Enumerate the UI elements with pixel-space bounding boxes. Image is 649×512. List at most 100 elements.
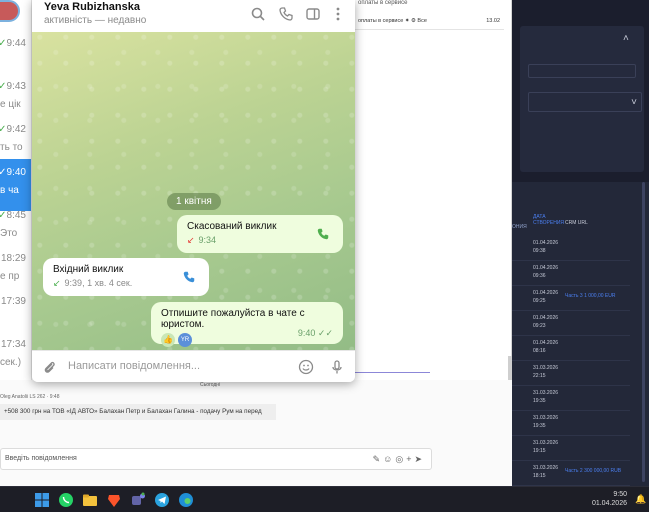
crm-table-row[interactable]: 01.04.2026 09:23 bbox=[512, 311, 630, 336]
crm-row-time-value: 09:25 bbox=[533, 298, 546, 304]
crm-app: ˄ ˅ ОНИЯ ДАТА СТВОРЕНИЯ CRM URL 01.04.20… bbox=[512, 0, 649, 486]
crm-table-row[interactable]: 31.03.2026 19:35 bbox=[512, 386, 630, 411]
crm-row-amount: Часть 3 1 000,00 EUR bbox=[565, 293, 616, 299]
crm-table-row[interactable]: 01.04.2026 09:36 bbox=[512, 261, 630, 286]
call-title: Скасований виклик bbox=[187, 221, 277, 232]
microphone-icon[interactable] bbox=[329, 359, 345, 375]
search-icon[interactable] bbox=[250, 6, 266, 22]
chat-item-time-value: 18:29 bbox=[0, 253, 26, 264]
crm-row-date: 31.03.2026 19:35 bbox=[533, 414, 558, 430]
double-check-icon: ✓✓ bbox=[317, 328, 333, 338]
avatar[interactable] bbox=[0, 0, 20, 22]
crm-table-row[interactable]: 31.03.2026 18:15 Часть 2 300 000,00 RUB bbox=[512, 461, 630, 486]
crm-table-row[interactable]: 31.03.2026 19:15 bbox=[512, 436, 630, 461]
crm-table-row[interactable]: 01.04.2026 09:25 Часть 3 1 000,00 EUR bbox=[512, 286, 630, 311]
call-meta: ↙ 9:39, 1 хв. 4 сек. bbox=[53, 278, 199, 289]
crm-row-date-value: 31.03.2026 bbox=[533, 415, 559, 421]
chat-item-time-value: 8:45 bbox=[6, 210, 26, 221]
chevron-up-icon[interactable]: ˄ bbox=[623, 33, 629, 44]
system-clock[interactable]: 9:50 01.04.2026 bbox=[592, 490, 627, 508]
more-vertical-icon[interactable] bbox=[330, 6, 346, 22]
mail-row-text: оплаты в сервисе ⁕ ⚙ Все bbox=[358, 18, 427, 24]
crm-col-header-date[interactable]: ДАТА СТВОРЕНИЯ bbox=[533, 214, 564, 226]
divider bbox=[354, 372, 430, 373]
crm-row-time-value: 09:36 bbox=[533, 273, 546, 279]
windows-taskbar: 9:50 01.04.2026 🔔 bbox=[0, 486, 649, 512]
paperclip-icon[interactable] bbox=[41, 359, 57, 375]
mail-row[interactable]: оплаты в сервисе ⁕ ⚙ Все 13.02 bbox=[354, 13, 504, 30]
crm-chat-area: Сьогодні Oleg Anatolii LS 262 · 9:48 +50… bbox=[0, 380, 512, 486]
phone-call-icon[interactable] bbox=[182, 270, 196, 284]
phone-icon[interactable] bbox=[278, 6, 294, 22]
crm-table-row[interactable]: 31.03.2026 19:35 bbox=[512, 411, 630, 436]
chat-item-time: ✓9:43 bbox=[0, 81, 26, 92]
clock-date: 01.04.2026 bbox=[591, 500, 627, 507]
chat-item-snippet: Это bbox=[0, 228, 18, 239]
call-time: 9:34 bbox=[198, 235, 217, 245]
crm-row-time-value: 19:35 bbox=[533, 398, 546, 404]
telegram-icon[interactable] bbox=[153, 491, 171, 509]
notification-bell-icon[interactable]: 🔔 bbox=[635, 494, 646, 504]
crm-row-date: 31.03.2026 18:15 bbox=[533, 464, 558, 480]
crm-input-tools-icon[interactable]: ✎☺◎+➤ bbox=[373, 449, 425, 469]
outgoing-text-message[interactable]: Отпишите пожалуйста в чате с юристом. 👍 … bbox=[151, 302, 343, 347]
chat-item-snippet: сек.) bbox=[0, 357, 22, 368]
telegram-window: Yeva Rubizhanska активність — недавно 1 … bbox=[32, 0, 355, 382]
crm-table-row[interactable]: 31.03.2026 22:15 bbox=[512, 361, 630, 386]
crm-row-date-value: 31.03.2026 bbox=[533, 465, 559, 471]
brave-browser-icon[interactable] bbox=[105, 491, 123, 509]
chat-item-time: 17:39 bbox=[1, 296, 26, 307]
chat-item-snippet: ть то bbox=[0, 142, 23, 153]
file-explorer-icon[interactable] bbox=[81, 491, 99, 509]
crm-row-date: 31.03.2026 19:35 bbox=[533, 389, 558, 405]
chat-list-item[interactable]: 17:34 сек.) bbox=[0, 331, 31, 380]
crm-row-date-value: 01.04.2026 bbox=[533, 290, 559, 296]
call-meta: ↙ 9:34 bbox=[187, 235, 333, 246]
chat-item-time-value: 9:44 bbox=[6, 38, 26, 49]
outgoing-call-message[interactable]: Скасований виклик ↙ 9:34 bbox=[177, 215, 343, 253]
crm-table-row[interactable]: 01.04.2026 09:38 bbox=[512, 236, 630, 261]
crm-scrollbar[interactable] bbox=[642, 182, 645, 482]
message-composer: Написати повідомлення... bbox=[32, 350, 355, 382]
crm-col-header-url: CRM URL bbox=[565, 220, 588, 226]
phone-call-icon[interactable] bbox=[316, 227, 330, 241]
crm-row-date-value: 31.03.2026 bbox=[533, 440, 559, 446]
call-duration: 9:39, 1 хв. 4 сек. bbox=[64, 278, 133, 288]
contact-name[interactable]: Yeva Rubizhanska bbox=[44, 1, 140, 13]
crm-filter-field[interactable] bbox=[528, 64, 636, 78]
message-time: 9:40 ✓✓ bbox=[298, 328, 333, 339]
teams-icon[interactable] bbox=[129, 491, 147, 509]
thumbs-up-icon: 👍 bbox=[161, 333, 175, 347]
chat-item-snippet: в ча bbox=[0, 185, 19, 196]
incoming-call-message[interactable]: Вхідний виклик ↙ 9:39, 1 хв. 4 сек. bbox=[43, 258, 209, 296]
crm-filter-select[interactable]: ˅ bbox=[528, 92, 642, 112]
sidebar-toggle-icon[interactable] bbox=[305, 6, 321, 22]
crm-row-date: 01.04.2026 09:36 bbox=[533, 264, 558, 280]
chevron-down-icon: ˅ bbox=[631, 97, 637, 108]
crm-row-date-value: 01.04.2026 bbox=[533, 340, 559, 346]
crm-row-date: 31.03.2026 22:15 bbox=[533, 364, 558, 380]
crm-message: +508 300 грн на ТОВ «ІД АВТО» Балахан Пе… bbox=[0, 404, 276, 420]
emoji-icon[interactable] bbox=[298, 359, 314, 375]
mail-row-date: 13.02 bbox=[486, 18, 500, 24]
page-top-text: оплаты в сервисе bbox=[358, 0, 408, 6]
crm-table: ОНИЯ ДАТА СТВОРЕНИЯ CRM URL 01.04.2026 09… bbox=[512, 182, 649, 486]
chat-item-time: ✓9:40 bbox=[0, 167, 26, 178]
whatsapp-icon[interactable] bbox=[57, 491, 75, 509]
message-input[interactable]: Написати повідомлення... bbox=[68, 360, 200, 372]
chat-item-snippet: е пр bbox=[0, 271, 20, 282]
chat-item-time-value: 17:34 bbox=[0, 339, 26, 350]
edge-browser-icon[interactable] bbox=[177, 491, 195, 509]
message-time-value: 9:40 bbox=[297, 328, 316, 338]
crm-row-date: 31.03.2026 19:15 bbox=[533, 439, 558, 455]
crm-row-time-value: 19:15 bbox=[533, 448, 546, 454]
crm-row-amount: Часть 2 300 000,00 RUB bbox=[565, 468, 622, 474]
windows-start-icon[interactable] bbox=[33, 491, 51, 509]
chat-item-time-value: 9:43 bbox=[6, 81, 26, 92]
crm-table-row[interactable]: 01.04.2026 08:16 bbox=[512, 336, 630, 361]
crm-row-date-value: 31.03.2026 bbox=[533, 365, 559, 371]
crm-row-time-value: 19:35 bbox=[533, 423, 546, 429]
chat-item-time-value: 17:39 bbox=[0, 296, 26, 307]
crm-message-input[interactable]: Введіть повідомлення ✎☺◎+➤ bbox=[0, 448, 432, 470]
date-separator: 1 квітня bbox=[167, 193, 221, 210]
